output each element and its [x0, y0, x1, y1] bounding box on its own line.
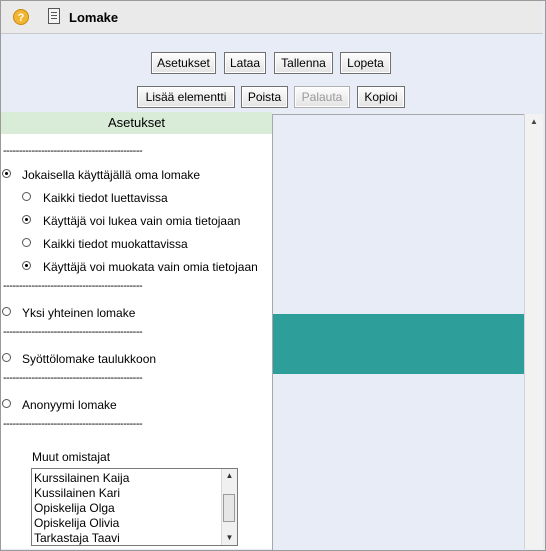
label-table-input: Syöttölomake taulukkoon: [22, 352, 157, 366]
settings-button[interactable]: Asetukset: [151, 52, 216, 74]
radio-read-own[interactable]: [22, 215, 31, 224]
settings-header: Asetukset: [1, 112, 272, 134]
scroll-down-icon[interactable]: ▼: [222, 531, 237, 545]
list-item[interactable]: Kurssilainen Kaija: [34, 471, 129, 485]
owners-listbox[interactable]: Kurssilainen Kaija Kussilainen Kari Opis…: [31, 468, 238, 546]
list-item[interactable]: Opiskelija Olga: [34, 501, 115, 515]
copy-button[interactable]: Kopioi: [357, 86, 405, 108]
list-item[interactable]: Kussilainen Kari: [34, 486, 120, 500]
separator: ----------------------------------------…: [3, 145, 143, 157]
radio-shared-form[interactable]: [2, 307, 11, 316]
restore-button[interactable]: Palauta: [294, 86, 350, 108]
radio-edit-own[interactable]: [22, 261, 31, 270]
label-edit-own: Käyttäjä voi muokata vain omia tietojaan: [43, 260, 258, 274]
separator: ----------------------------------------…: [3, 280, 143, 292]
other-owners-label: Muut omistajat: [32, 450, 111, 464]
radio-anonymous[interactable]: [2, 399, 11, 408]
separator: ----------------------------------------…: [3, 418, 143, 430]
label-anonymous: Anonyymi lomake: [22, 398, 117, 412]
selected-element[interactable]: [273, 314, 524, 374]
add-element-button[interactable]: Lisää elementti: [137, 86, 235, 108]
listbox-scrollbar[interactable]: ▲ ▼: [221, 469, 237, 545]
scroll-up-icon[interactable]: ▲: [222, 469, 237, 483]
delete-button[interactable]: Poista: [241, 86, 288, 108]
radio-all-editable[interactable]: [22, 238, 31, 247]
label-shared-form: Yksi yhteinen lomake: [22, 306, 136, 320]
save-button[interactable]: Tallenna: [274, 52, 333, 74]
list-item[interactable]: Tarkastaja Taavi: [34, 531, 120, 545]
label-own-form: Jokaisella käyttäjällä oma lomake: [22, 168, 201, 182]
separator: ----------------------------------------…: [3, 372, 143, 384]
label-read-own: Käyttäjä voi lukea vain omia tietojaan: [43, 214, 241, 228]
load-button[interactable]: Lataa: [224, 52, 266, 74]
form-icon: [48, 8, 60, 24]
scroll-thumb[interactable]: [223, 494, 235, 522]
quit-button[interactable]: Lopeta: [340, 52, 391, 74]
radio-own-form[interactable]: [2, 169, 11, 178]
separator: ----------------------------------------…: [3, 326, 143, 338]
radio-table-input[interactable]: [2, 353, 11, 362]
help-icon[interactable]: ?: [13, 9, 29, 25]
window-title: Lomake: [69, 10, 119, 25]
title-bar: ? Lomake: [1, 1, 543, 34]
radio-all-readable[interactable]: [22, 192, 31, 201]
scroll-up-icon[interactable]: ▲: [525, 114, 543, 130]
canvas-scrollbar[interactable]: ▲: [524, 114, 543, 549]
label-all-editable: Kaikki tiedot muokattavissa: [43, 237, 188, 251]
list-item[interactable]: Opiskelija Olivia: [34, 516, 119, 530]
label-all-readable: Kaikki tiedot luettavissa: [43, 191, 168, 205]
